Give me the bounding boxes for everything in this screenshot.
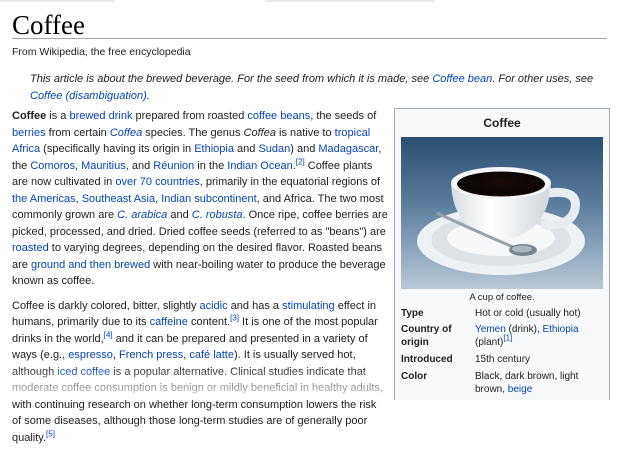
bold-term: Coffee bbox=[12, 110, 47, 122]
text: and has a bbox=[227, 299, 283, 312]
lead-paragraph-1: Coffee is a brewed drink prepared from r… bbox=[12, 108, 388, 290]
ethiopia-link[interactable]: Ethiopia bbox=[542, 324, 578, 335]
row-label: Type bbox=[401, 308, 424, 319]
lead-paragraph-2: Coffee is darkly colored, bitter, slight… bbox=[12, 298, 388, 447]
row-value: Yemen (drink), Ethiopia (plant)[1] bbox=[475, 323, 609, 349]
beige-link[interactable]: beige bbox=[508, 384, 532, 395]
c-robusta-link[interactable]: C. robusta bbox=[192, 209, 243, 221]
coffea-link[interactable]: Coffea bbox=[110, 127, 142, 139]
c-arabica-link[interactable]: C. arabica bbox=[117, 209, 167, 221]
citation-link[interactable]: [1] bbox=[503, 334, 512, 343]
stimulating-link[interactable]: stimulating bbox=[282, 300, 335, 312]
madagascar-link[interactable]: Madagascar bbox=[318, 143, 378, 155]
citation-link[interactable]: [5] bbox=[46, 429, 55, 438]
citation-link[interactable]: [4] bbox=[104, 330, 113, 339]
iced-coffee-link[interactable]: iced coffee bbox=[57, 366, 110, 378]
row-label: Introduced bbox=[401, 354, 453, 365]
over-70-countries-link[interactable]: over 70 countries bbox=[115, 176, 199, 188]
cafe-latte-link[interactable]: café latte bbox=[189, 349, 234, 361]
indian-subcontinent-link[interactable]: Indian subcontinent bbox=[161, 193, 256, 205]
top-bar bbox=[0, 0, 619, 6]
text: in the bbox=[194, 159, 228, 172]
row-value: 15th century bbox=[475, 354, 531, 365]
the-americas-link[interactable]: the Americas bbox=[12, 193, 76, 205]
tab-bar-segment bbox=[0, 0, 115, 2]
row-value: Hot or cold (usually hot) bbox=[475, 308, 581, 319]
text: is native to bbox=[275, 126, 335, 139]
row-label: Country of origin bbox=[401, 324, 452, 348]
coffee-beans-link[interactable]: coffee beans bbox=[247, 110, 310, 122]
roasted-link[interactable]: roasted bbox=[12, 242, 49, 254]
caffeine-link[interactable]: caffeine bbox=[150, 316, 188, 328]
espresso-link[interactable]: espresso bbox=[68, 349, 113, 361]
article-body: Coffee is a brewed drink prepared from r… bbox=[12, 108, 388, 454]
french-press-link[interactable]: French press bbox=[119, 349, 183, 361]
italic-text: Coffea bbox=[243, 126, 276, 139]
image-caption: A cup of coffee. bbox=[469, 292, 535, 303]
text: (plant) bbox=[475, 337, 504, 348]
text: , and bbox=[125, 159, 154, 172]
text: species. The genus bbox=[142, 126, 244, 139]
title-divider bbox=[12, 38, 607, 39]
hatnote-text: This article is about the brewed beverag… bbox=[30, 73, 433, 85]
citation-link[interactable]: [3] bbox=[230, 313, 239, 322]
hatnote-text: . bbox=[146, 89, 150, 102]
text: and bbox=[233, 143, 259, 155]
tab-bar-segment bbox=[265, 0, 435, 2]
yemen-link[interactable]: Yemen bbox=[475, 324, 506, 335]
coffee-cup-image[interactable] bbox=[401, 137, 603, 289]
coffee-disambiguation-link[interactable]: Coffee (disambiguation) bbox=[30, 90, 147, 102]
text: , the seeds of bbox=[310, 110, 377, 122]
page-title: Coffee bbox=[12, 10, 85, 40]
text: , primarily in the equatorial regions of bbox=[199, 176, 381, 188]
text: (specifically having its origin in bbox=[40, 143, 195, 155]
mauritius-link[interactable]: Mauritius bbox=[81, 160, 126, 172]
indian-ocean-link[interactable]: Indian Ocean bbox=[227, 160, 292, 172]
ethiopia-link[interactable]: Ethiopia bbox=[194, 143, 234, 155]
infobox: Coffee A cup of coffee. Type Hot or cold… bbox=[394, 108, 610, 400]
berries-link[interactable]: berries bbox=[12, 127, 46, 139]
hatnote-text: . For other uses, see bbox=[492, 73, 594, 85]
ground-and-brewed-link[interactable]: ground and then brewed bbox=[31, 259, 150, 271]
comoros-link[interactable]: Comoros bbox=[30, 160, 75, 172]
row-label: Color bbox=[401, 371, 428, 382]
coffee-bean-link[interactable]: Coffee bean bbox=[432, 73, 492, 85]
reunion-link[interactable]: Réunion bbox=[153, 160, 194, 172]
citation-link[interactable]: [2] bbox=[296, 157, 305, 166]
coffee-cup-illustration bbox=[401, 137, 603, 289]
text: and bbox=[167, 209, 192, 221]
southeast-asia-link[interactable]: Southeast Asia bbox=[82, 193, 155, 205]
text: prepared from roasted bbox=[132, 110, 248, 122]
sudan-link[interactable]: Sudan bbox=[258, 143, 290, 155]
acidic-link[interactable]: acidic bbox=[200, 300, 228, 312]
brewed-drink-link[interactable]: brewed drink bbox=[69, 110, 132, 122]
text: content. bbox=[187, 316, 231, 328]
infobox-title: Coffee bbox=[483, 116, 521, 130]
hatnote: This article is about the brewed beverag… bbox=[30, 71, 595, 104]
row-value: Black, dark brown, light brown, beige bbox=[475, 370, 609, 396]
text: is a bbox=[46, 110, 70, 122]
text: ) and bbox=[290, 143, 319, 155]
page-tagline: From Wikipedia, the free encyclopedia bbox=[12, 46, 191, 58]
text: Coffee is darkly colored, bitter, slight… bbox=[12, 299, 200, 312]
text: from certain bbox=[45, 126, 110, 139]
